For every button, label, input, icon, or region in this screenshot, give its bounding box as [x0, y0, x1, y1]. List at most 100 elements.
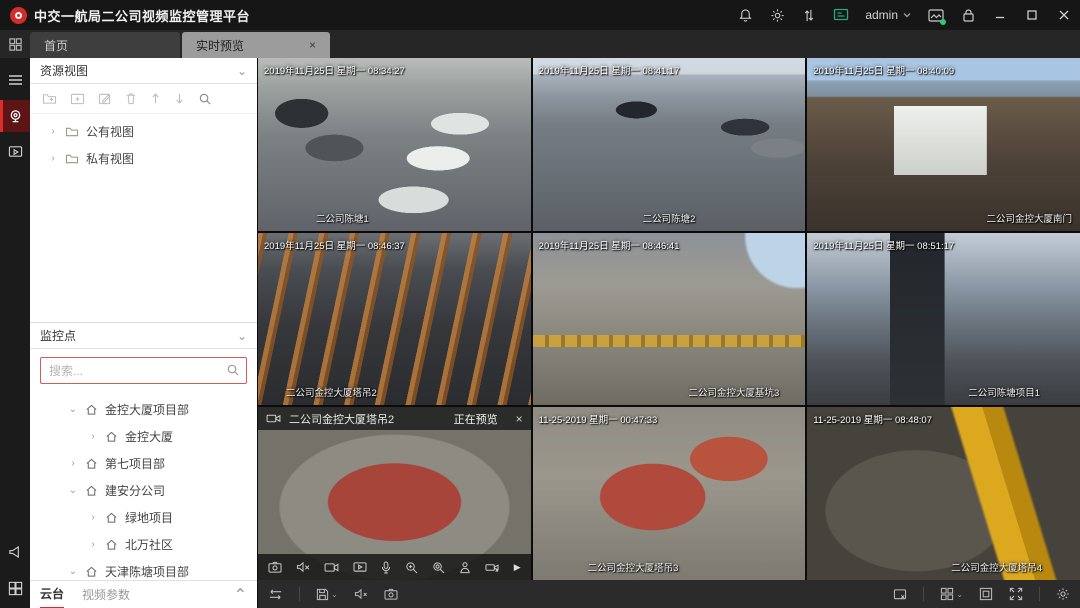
expand-chevron-icon[interactable]: › [48, 153, 58, 164]
apps-grid-icon[interactable] [0, 30, 30, 58]
search-icon[interactable] [198, 92, 212, 106]
resource-view-section: 资源视图 ⌄ › 公有视图 › [30, 58, 257, 322]
storage-monitor-icon[interactable] [833, 7, 849, 23]
osd-camera-name: 二公司金控大厦南门 [986, 211, 1072, 225]
collapse-chevron-icon[interactable]: ⌄ [68, 566, 78, 577]
stream-switch-icon[interactable] [268, 588, 283, 601]
search-input[interactable] [40, 357, 247, 384]
record-icon[interactable] [324, 562, 339, 573]
expand-chevron-icon[interactable]: › [88, 431, 98, 442]
search-icon[interactable] [226, 363, 240, 377]
expand-chevron-icon[interactable]: › [88, 539, 98, 550]
close-button[interactable] [1056, 7, 1072, 23]
video-cell-5[interactable]: 2019年11月25日 星期一 08:46:41 二公司金控大厦基坑3 [533, 233, 806, 406]
video-cell-1[interactable]: 2019年11月25日 星期一 08:34:27 二公司陈塘1 [258, 58, 531, 231]
tree-item-label: 金控大厦项目部 [105, 401, 189, 418]
zoom-in-icon[interactable] [405, 561, 418, 574]
tree-item-site[interactable]: ⌄ 天津陈塘项目部 [30, 558, 257, 580]
monitor-points-header[interactable]: 监控点 ⌄ [30, 323, 257, 349]
save-view-button[interactable]: ⌄ [316, 588, 338, 601]
title-bar: 中交一航局二公司视频监控管理平台 admin [0, 0, 1080, 30]
screenshot-status-icon[interactable] [928, 7, 944, 23]
lock-icon[interactable] [960, 7, 976, 23]
tree-item-site[interactable]: ⌄ 建安分公司 [30, 477, 257, 504]
snapshot-all-icon[interactable] [384, 588, 398, 600]
tree-item-site[interactable]: › 金控大厦 [30, 423, 257, 450]
zoom-3d-icon[interactable] [432, 561, 445, 574]
rail-broadcast-icon[interactable] [0, 536, 30, 568]
tab-live-preview[interactable]: 实时预览 × [182, 32, 330, 58]
home-icon [105, 539, 118, 551]
expand-chevron-icon[interactable]: › [68, 458, 78, 469]
close-preview-icon[interactable]: × [516, 412, 523, 426]
user-menu[interactable]: admin [865, 8, 912, 22]
mute-icon[interactable] [296, 561, 310, 573]
add-group-icon[interactable] [70, 92, 85, 105]
collapse-chevron-icon[interactable]: ⌄ [68, 485, 78, 496]
video-cell-2[interactable]: 2019年11月25日 星期一 08:41:17 二公司陈塘2 [533, 58, 806, 231]
chevron-down-icon[interactable]: ⌄ [237, 64, 247, 78]
data-transfer-icon[interactable] [801, 7, 817, 23]
mute-all-icon[interactable] [354, 588, 368, 600]
tree-item-site[interactable]: › 第七项目部 [30, 450, 257, 477]
video-cell-9[interactable]: 11-25-2019 星期一 08:48:07 二公司金控大厦塔吊4 [807, 407, 1080, 580]
notification-bell-icon[interactable] [737, 7, 753, 23]
move-down-icon[interactable] [174, 92, 185, 105]
microphone-icon[interactable] [381, 561, 391, 574]
edit-icon[interactable] [98, 92, 112, 105]
save-view-icon [316, 588, 329, 601]
preset-icon[interactable] [459, 561, 471, 574]
chevron-down-icon[interactable]: ⌄ [237, 329, 247, 343]
settings-gear-icon[interactable] [769, 7, 785, 23]
camera-icon [266, 413, 281, 424]
grid-layout-button[interactable]: ⌄ [940, 587, 963, 601]
tab-home[interactable]: 首页 [30, 32, 180, 58]
chevron-down-icon: ⌄ [331, 590, 338, 599]
delete-icon[interactable] [125, 92, 137, 105]
minimize-button[interactable] [992, 7, 1008, 23]
resource-view-header[interactable]: 资源视图 ⌄ [30, 58, 257, 84]
ptz-control-icon[interactable] [485, 561, 499, 574]
osd-camera-name: 二公司陈塘1 [316, 211, 369, 225]
single-screen-icon[interactable] [979, 587, 993, 601]
move-up-icon[interactable] [150, 92, 161, 105]
expand-chevron-icon[interactable]: › [48, 126, 58, 137]
osd-timestamp: 2019年11月25日 星期一 08:40:09 [813, 63, 954, 77]
preview-status-label: 正在预览 [454, 411, 498, 427]
tree-item-private-views[interactable]: › 私有视图 [30, 145, 257, 172]
video-cell-7-selected[interactable]: 二公司金控大厦塔吊2 正在预览 × ▶ [258, 407, 531, 580]
osd-timestamp: 2019年11月25日 星期一 08:34:27 [264, 63, 405, 77]
video-cell-8[interactable]: 11-25-2019 星期一 00:47:33 二公司金控大厦塔吊3 [533, 407, 806, 580]
maximize-button[interactable] [1024, 7, 1040, 23]
rail-video-wall-icon[interactable] [0, 572, 30, 604]
tree-item-site[interactable]: › 北万社区 [30, 531, 257, 558]
tab-close-icon[interactable]: × [309, 38, 316, 52]
tab-ptz[interactable]: 云台 [40, 581, 64, 608]
instant-playback-icon[interactable] [353, 561, 367, 573]
osd-timestamp: 11-25-2019 星期一 08:48:07 [813, 412, 932, 426]
close-all-icon[interactable] [893, 588, 907, 601]
tree-item-site[interactable]: ⌄ 金控大厦项目部 [30, 396, 257, 423]
home-icon [105, 431, 118, 443]
settings-icon[interactable] [1056, 587, 1070, 601]
tab-video-params[interactable]: 视频参数 [82, 581, 130, 608]
rail-playback-icon[interactable] [0, 136, 30, 168]
more-tools-arrow-icon[interactable]: ▶ [514, 562, 521, 573]
video-cell-3[interactable]: 2019年11月25日 星期一 08:40:09 二公司金控大厦南门 [807, 58, 1080, 231]
video-cell-6[interactable]: 2019年11月25日 星期一 08:51:17 二公司陈塘项目1 [807, 233, 1080, 406]
section-title: 监控点 [40, 327, 76, 344]
tree-item-public-views[interactable]: › 公有视图 [30, 118, 257, 145]
collapse-chevron-icon[interactable]: ⌄ [68, 404, 78, 415]
home-icon [85, 566, 98, 578]
expand-chevron-icon[interactable]: › [88, 512, 98, 523]
fullscreen-icon[interactable] [1009, 587, 1023, 601]
user-name: admin [865, 8, 898, 22]
home-icon [85, 404, 98, 416]
video-cell-4[interactable]: 2019年11月25日 星期一 08:46:37 二公司金控大厦塔吊2 [258, 233, 531, 406]
tree-item-site[interactable]: › 绿地项目 [30, 504, 257, 531]
add-view-icon[interactable] [42, 92, 57, 105]
collapse-up-icon[interactable]: ⌃ [234, 585, 247, 605]
snapshot-icon[interactable] [268, 561, 282, 573]
rail-live-camera-icon[interactable] [0, 100, 30, 132]
rail-menu-icon[interactable] [0, 64, 30, 96]
